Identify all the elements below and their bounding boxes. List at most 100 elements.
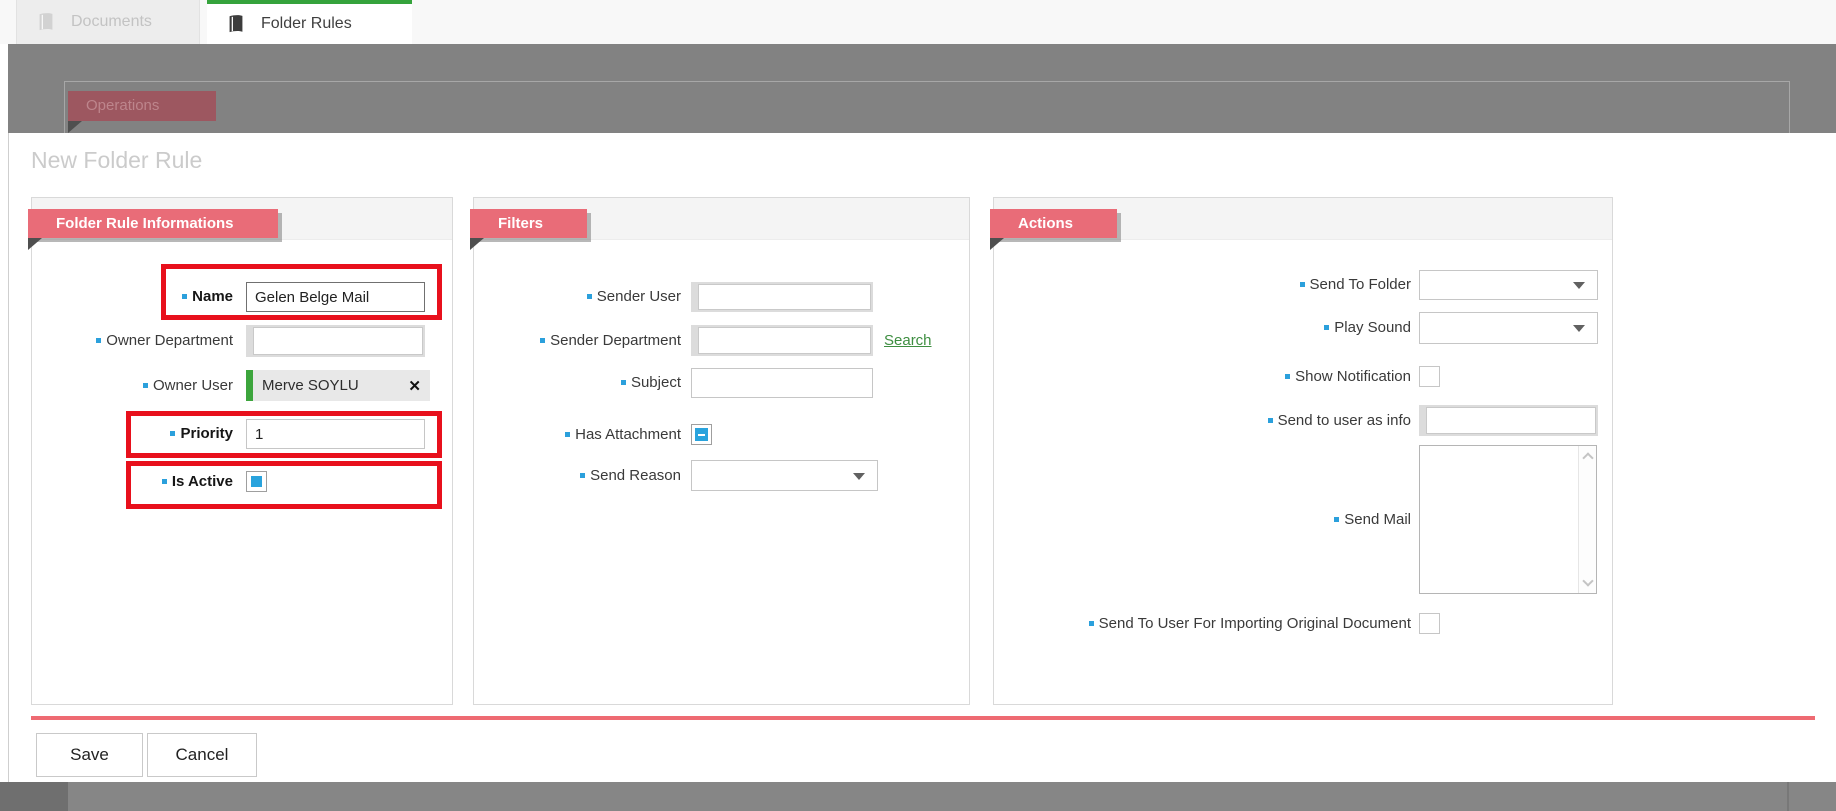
row-owner-user: Owner User Merve SOYLU ✕ xyxy=(32,370,452,401)
send-to-user-as-info-label: Send to user as info xyxy=(1278,412,1411,429)
tab-label: Documents xyxy=(71,13,152,31)
row-send-to-user-for-importing: Send To User For Importing Original Docu… xyxy=(994,613,1612,634)
send-to-user-for-importing-label: Send To User For Importing Original Docu… xyxy=(1099,615,1411,632)
row-send-reason: Send Reason xyxy=(474,460,969,491)
send-to-user-as-info-input[interactable] xyxy=(1426,407,1596,434)
send-mail-textarea[interactable] xyxy=(1419,445,1597,594)
owner-user-label: Owner User xyxy=(153,377,233,394)
bullet-icon xyxy=(162,479,167,484)
callout-tail xyxy=(28,238,42,250)
bottom-status-bar xyxy=(0,782,1836,811)
play-sound-dropdown[interactable] xyxy=(1419,312,1598,344)
row-sender-department: Sender Department Search xyxy=(474,325,969,356)
row-play-sound: Play Sound xyxy=(994,312,1612,344)
page-title: New Folder Rule xyxy=(31,147,202,174)
chevron-up-icon[interactable] xyxy=(1582,452,1593,463)
bullet-icon xyxy=(621,380,626,385)
sender-user-input[interactable] xyxy=(698,284,871,310)
row-send-to-folder: Send To Folder xyxy=(994,270,1612,300)
operations-button[interactable]: Operations xyxy=(68,91,216,121)
bullet-icon xyxy=(580,473,585,478)
owner-department-label: Owner Department xyxy=(106,332,233,349)
owner-user-token: Merve SOYLU ✕ xyxy=(246,370,430,401)
priority-input[interactable] xyxy=(246,419,425,449)
chevron-down-icon xyxy=(853,473,865,480)
token-accent-bar xyxy=(246,370,253,401)
bullet-icon xyxy=(182,294,187,299)
sender-department-input[interactable] xyxy=(698,327,871,354)
name-input[interactable] xyxy=(246,282,425,312)
subject-label: Subject xyxy=(631,374,681,391)
toolbar-inner-frame xyxy=(64,81,1790,133)
subject-input[interactable] xyxy=(691,368,873,398)
row-subject: Subject xyxy=(474,368,969,398)
row-name: Name xyxy=(32,282,452,312)
toolbar-band: Operations xyxy=(8,44,1836,133)
bullet-icon xyxy=(1300,282,1305,287)
show-notification-label: Show Notification xyxy=(1295,368,1411,385)
is-active-checkbox[interactable] xyxy=(246,471,267,492)
show-notification-checkbox[interactable] xyxy=(1419,366,1440,387)
tab-documents[interactable]: Documents xyxy=(16,0,200,44)
close-icon[interactable]: ✕ xyxy=(408,370,421,401)
bullet-icon xyxy=(96,338,101,343)
bullet-icon xyxy=(1268,418,1273,423)
chevron-down-icon[interactable] xyxy=(1582,575,1593,586)
scrollbar[interactable] xyxy=(1578,446,1596,593)
bottom-accent-line xyxy=(31,716,1815,720)
sender-department-label: Sender Department xyxy=(550,332,681,349)
play-sound-label: Play Sound xyxy=(1334,319,1411,336)
bullet-icon xyxy=(540,338,545,343)
bullet-icon xyxy=(1334,517,1339,522)
has-attachment-label: Has Attachment xyxy=(575,426,681,443)
bullet-icon xyxy=(1324,325,1329,330)
main-content: New Folder Rule Folder Rule Informations… xyxy=(0,133,1836,782)
callout-tail xyxy=(990,238,1004,250)
book-icon xyxy=(35,11,57,33)
book-icon xyxy=(225,13,247,35)
bullet-icon xyxy=(143,383,148,388)
tab-bar: Documents Folder Rules xyxy=(0,0,1836,44)
bullet-icon xyxy=(587,294,592,299)
panel-actions: Actions Send To Folder Play Sound Show N… xyxy=(993,197,1613,705)
chevron-down-icon xyxy=(1573,325,1585,332)
bottom-bar-divider xyxy=(1787,782,1789,811)
panel-header: Folder Rule Informations xyxy=(28,209,278,238)
panel-header: Filters xyxy=(470,209,587,238)
has-attachment-checkbox[interactable] xyxy=(691,424,712,445)
bullet-icon xyxy=(565,432,570,437)
row-priority: Priority xyxy=(32,419,452,449)
row-is-active: Is Active xyxy=(32,471,452,492)
row-send-to-user-as-info: Send to user as info xyxy=(994,405,1612,436)
bottom-bar-left-block xyxy=(0,782,68,811)
row-show-notification: Show Notification xyxy=(994,366,1612,387)
chevron-down-icon xyxy=(1573,282,1585,289)
sender-user-label: Sender User xyxy=(597,288,681,305)
tab-folder-rules[interactable]: Folder Rules xyxy=(207,0,412,44)
send-to-folder-label: Send To Folder xyxy=(1310,276,1411,293)
send-mail-label: Send Mail xyxy=(1344,511,1411,528)
panel-folder-rule-informations: Folder Rule Informations Name Owner Depa… xyxy=(31,197,453,705)
cancel-button[interactable]: Cancel xyxy=(147,733,257,777)
row-sender-user: Sender User xyxy=(474,282,969,312)
callout-tail xyxy=(68,121,82,133)
bullet-icon xyxy=(1285,374,1290,379)
send-to-folder-dropdown[interactable] xyxy=(1419,270,1598,300)
name-label: Name xyxy=(192,288,233,305)
row-has-attachment: Has Attachment xyxy=(474,424,969,445)
priority-label: Priority xyxy=(180,425,233,442)
bullet-icon xyxy=(1089,621,1094,626)
is-active-label: Is Active xyxy=(172,473,233,490)
send-reason-dropdown[interactable] xyxy=(691,460,878,491)
owner-department-input[interactable] xyxy=(253,327,423,355)
row-send-mail: Send Mail xyxy=(994,445,1612,594)
operations-label: Operations xyxy=(86,97,159,114)
left-border-line xyxy=(8,133,9,782)
save-button[interactable]: Save xyxy=(36,733,143,777)
send-to-user-for-importing-checkbox[interactable] xyxy=(1419,613,1440,634)
tab-label: Folder Rules xyxy=(261,15,352,33)
search-link[interactable]: Search xyxy=(884,325,932,356)
bullet-icon xyxy=(170,431,175,436)
panel-header: Actions xyxy=(990,209,1117,238)
owner-user-value: Merve SOYLU xyxy=(262,370,359,401)
